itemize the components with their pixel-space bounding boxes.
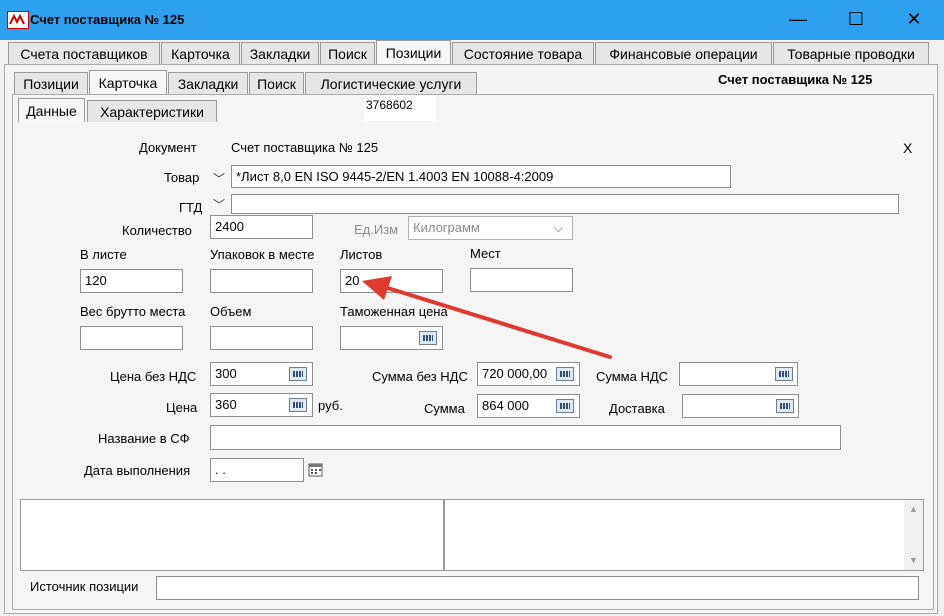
annotation-arrow <box>362 276 612 359</box>
